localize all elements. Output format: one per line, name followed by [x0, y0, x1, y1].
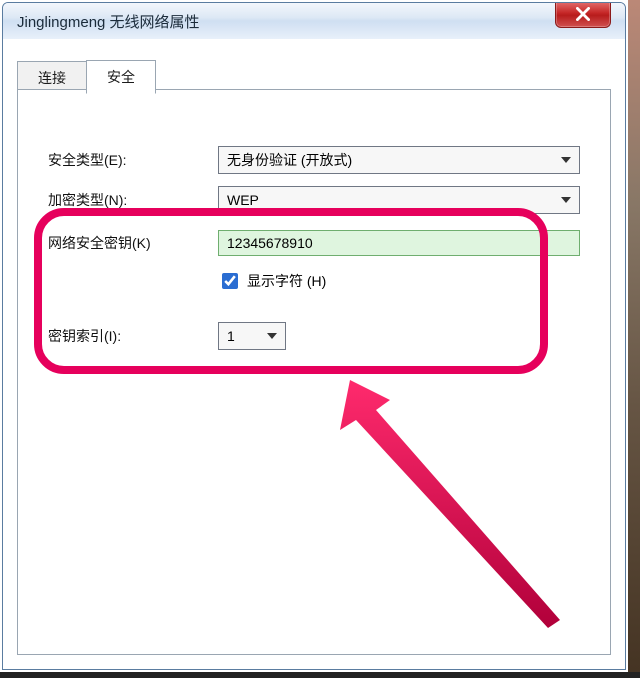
sectype-label: 安全类型(E): [48, 150, 218, 170]
enctype-combo[interactable]: WEP [218, 186, 580, 214]
enctype-value: WEP [227, 192, 259, 208]
index-combo[interactable]: 1 [218, 322, 286, 350]
show-chars-checkbox[interactable]: 显示字符 (H) [218, 270, 326, 292]
index-value: 1 [227, 328, 235, 344]
sectype-value: 无身份验证 (开放式) [227, 150, 352, 170]
key-input[interactable] [218, 230, 580, 256]
key-label: 网络安全密钥(K) [48, 233, 218, 253]
show-chars-label: 显示字符 (H) [247, 271, 326, 291]
close-icon [576, 7, 590, 21]
sectype-combo[interactable]: 无身份验证 (开放式) [218, 146, 580, 174]
tabstrip: 连接 安全 [17, 59, 155, 93]
tab-security[interactable]: 安全 [86, 60, 156, 94]
tab-panel-security: 安全类型(E): 无身份验证 (开放式) 加密类型(N): WEP 网络安全密钥… [17, 89, 611, 655]
enctype-label: 加密类型(N): [48, 190, 218, 210]
index-label: 密钥索引(I): [48, 326, 218, 346]
close-button[interactable] [555, 2, 611, 28]
titlebar: Jinglingmeng 无线网络属性 [3, 3, 625, 40]
window-title: Jinglingmeng 无线网络属性 [17, 11, 200, 32]
show-chars-input[interactable] [222, 273, 238, 289]
dialog-window: Jinglingmeng 无线网络属性 连接 安全 安全类型(E): 无身份验证… [2, 2, 626, 670]
